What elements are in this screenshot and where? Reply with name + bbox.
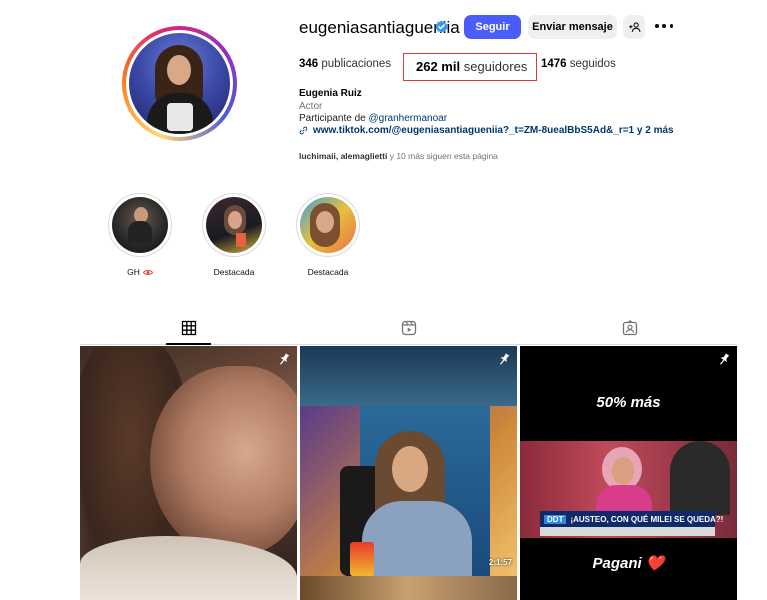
highlight-destacada-2[interactable]: Destacada [296, 193, 360, 277]
followers-stat[interactable]: 262 mil seguidores [416, 59, 527, 74]
post-tile-2[interactable]: 2:1:57 [300, 346, 517, 600]
post-tile-1[interactable] [80, 346, 297, 600]
reels-icon[interactable] [401, 320, 417, 336]
add-person-icon [628, 21, 641, 32]
pin-icon [720, 353, 730, 365]
follow-button[interactable]: Seguir [464, 15, 521, 39]
eye-icon [142, 269, 153, 275]
highlight-label: GH [127, 267, 140, 277]
send-message-button[interactable]: Enviar mensaje [528, 15, 617, 39]
bio-mention-link[interactable]: @granhermanoar [369, 113, 448, 124]
bio-text: Participante de @granhermanoar [299, 113, 448, 124]
followed-by-text[interactable]: luchimaii, alemaglietti y 10 más siguen … [299, 151, 498, 161]
link-icon [299, 126, 308, 135]
suggested-accounts-button[interactable] [623, 15, 645, 39]
highlight-destacada-1[interactable]: Destacada [202, 193, 266, 277]
posts-stat: 346 publicaciones [299, 58, 392, 70]
pin-icon [280, 353, 290, 365]
post-caption-top: 50% más [596, 394, 661, 411]
snack-bag [350, 542, 374, 576]
pin-icon [500, 353, 510, 365]
post-caption-bottom: Pagani ❤️ [592, 555, 665, 572]
active-tab-indicator [166, 343, 211, 345]
highlight-label: Destacada [213, 267, 255, 277]
more-options-icon[interactable] [655, 18, 673, 34]
profile-avatar[interactable] [122, 26, 237, 141]
grid-icon[interactable] [181, 320, 197, 336]
video-duration: 2:1:57 [488, 558, 512, 567]
tagged-icon[interactable] [622, 320, 638, 336]
highlight-label: Destacada [307, 267, 349, 277]
tv-banner: DDT ¡AUSTEO, CON QUÉ MILEI SE QUEDA?! [540, 511, 723, 527]
following-stat[interactable]: 1476 seguidos [541, 58, 616, 70]
tv-screenshot: DDT ¡AUSTEO, CON QUÉ MILEI SE QUEDA?! [520, 441, 737, 538]
post-tile-3[interactable]: 50% más DDT ¡AUSTEO, CON QUÉ MILEI SE QUE… [520, 346, 737, 600]
bio-external-link[interactable]: www.tiktok.com/@eugeniasantiagueniia?_t=… [299, 125, 674, 136]
bio-category: Actor [299, 101, 323, 112]
bio-full-name: Eugenia Ruiz [299, 88, 362, 99]
verified-badge-icon [435, 20, 448, 33]
highlight-gh[interactable]: GH [108, 193, 172, 277]
